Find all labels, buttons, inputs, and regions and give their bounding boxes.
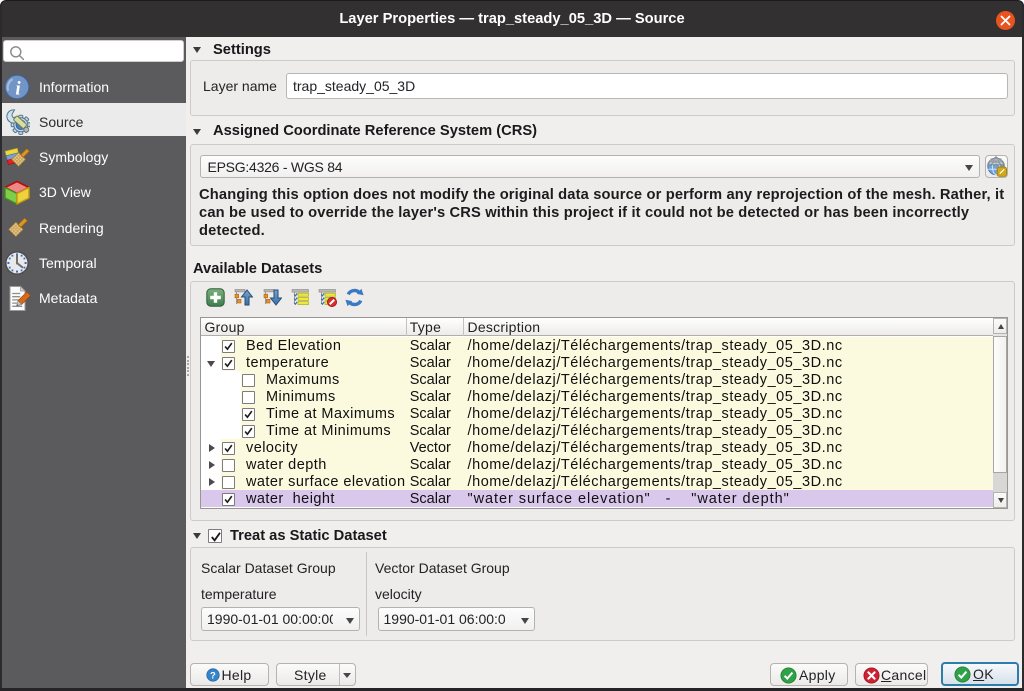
svg-text:i: i bbox=[15, 79, 21, 100]
svg-text:?: ? bbox=[210, 670, 216, 681]
